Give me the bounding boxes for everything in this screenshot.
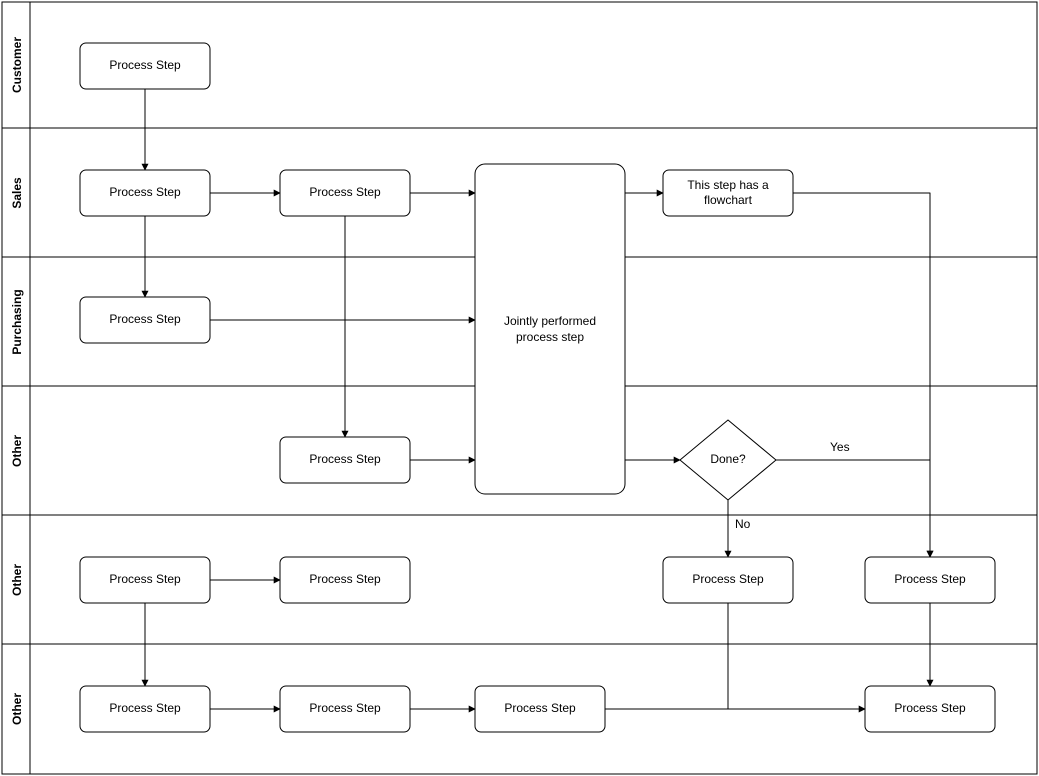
- edge-label-yes: Yes: [830, 440, 850, 454]
- process-step-label: Process Step: [309, 701, 381, 715]
- done-decision-label: Done?: [710, 452, 746, 466]
- jointly-performed-box: [475, 164, 625, 494]
- process-step-label: Process Step: [109, 701, 181, 715]
- edge-label-no: No: [735, 517, 751, 531]
- process-step-label: Process Step: [309, 452, 381, 466]
- lane-label-customer: Customer: [10, 37, 24, 93]
- process-step-label: Process Step: [894, 572, 966, 586]
- process-step-label: Process Step: [309, 185, 381, 199]
- flowchart-step-label-1: This step has a: [687, 178, 769, 192]
- process-step-label: Process Step: [109, 572, 181, 586]
- lane-label-other1: Other: [10, 435, 24, 467]
- lane-label-purchasing: Purchasing: [10, 289, 24, 354]
- process-step-label: Process Step: [894, 701, 966, 715]
- process-step-label: Process Step: [692, 572, 764, 586]
- lane-label-sales: Sales: [10, 177, 24, 209]
- flowchart-step-label-2: flowchart: [704, 193, 753, 207]
- process-step-label: Process Step: [109, 185, 181, 199]
- process-step-label: Process Step: [504, 701, 576, 715]
- process-step-label: Process Step: [109, 58, 181, 72]
- lane-label-other3: Other: [10, 693, 24, 725]
- process-step-label: Process Step: [109, 312, 181, 326]
- swimlane-diagram: Customer Sales Purchasing Other Other Ot…: [0, 0, 1039, 776]
- jointly-performed-label-1: Jointly performed: [504, 314, 596, 328]
- process-step-label: Process Step: [309, 572, 381, 586]
- jointly-performed-label-2: process step: [516, 330, 584, 344]
- lane-label-other2: Other: [10, 564, 24, 596]
